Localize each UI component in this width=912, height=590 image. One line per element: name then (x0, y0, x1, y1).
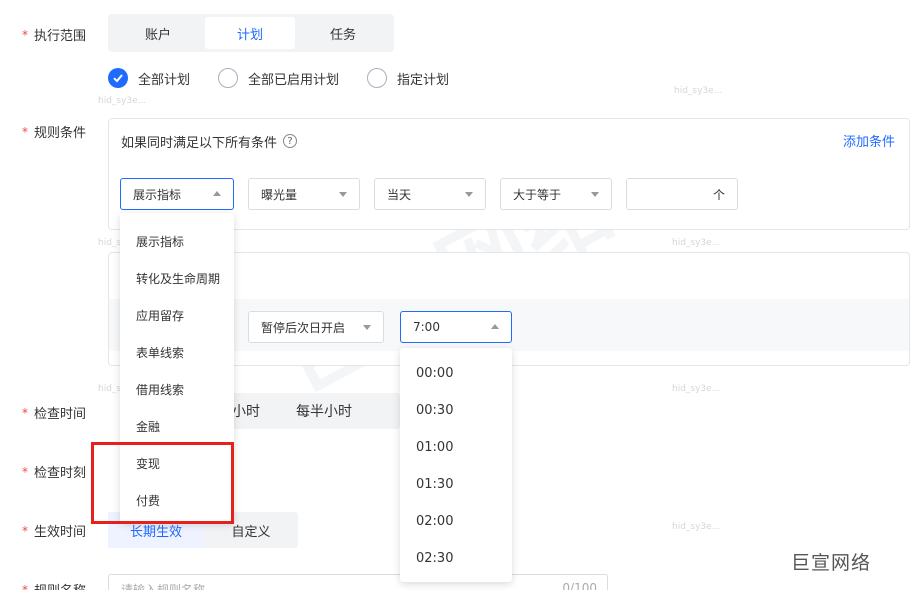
tab-plan[interactable]: 计划 (205, 17, 295, 49)
required-mark: * (22, 464, 28, 479)
action-mode-value: 暂停后次日开启 (261, 320, 346, 335)
required-mark: * (22, 582, 28, 590)
rule-name-label: * 规则名称 (22, 580, 86, 590)
watermark-text: hid_sy3e... (672, 384, 721, 394)
required-mark: * (22, 523, 28, 538)
caret-down-icon (363, 325, 371, 330)
check-time-label: * 检查时间 (22, 403, 87, 423)
time-option[interactable]: 00:30 (400, 403, 512, 418)
caret-up-icon (491, 324, 499, 329)
action-time-value: 7:00 (413, 320, 440, 334)
metric-option[interactable]: 应用留存 (120, 307, 234, 324)
rule-label-text: 规则条件 (34, 126, 87, 141)
time-option[interactable]: 00:00 (400, 366, 512, 381)
time-dropdown-menu: 00:00 00:30 01:00 01:30 02:00 02:30 (400, 348, 512, 582)
tab-account[interactable]: 账户 (111, 17, 205, 49)
field-select[interactable]: 曝光量 (248, 178, 360, 210)
plan-radio-group: 全部计划 全部已启用计划 指定计划 (108, 68, 477, 88)
time-option[interactable]: 02:00 (400, 514, 512, 529)
required-mark: * (22, 405, 28, 420)
char-counter: 0/100 (562, 581, 597, 590)
radio-specified-plan[interactable]: 指定计划 (367, 68, 449, 88)
highlight-box (91, 442, 234, 524)
metric-select-value: 展示指标 (133, 187, 182, 202)
watermark-text: hid_sy3e... (672, 522, 721, 532)
help-icon[interactable]: ? (283, 134, 298, 148)
operator-select-value: 大于等于 (513, 187, 562, 202)
value-input[interactable]: 个 (626, 178, 738, 210)
rule-name-input[interactable]: 请输入规则名称 0/100 (108, 574, 608, 590)
rule-header: 如果同时满足以下所有条件 ? (109, 119, 909, 163)
brand-watermark: 巨宣网络 (791, 552, 872, 574)
rule-name-label-text: 规则名称 (34, 580, 86, 590)
add-condition-link[interactable]: 添加条件 (843, 131, 895, 150)
required-mark: * (22, 27, 28, 42)
period-select-value: 当天 (387, 187, 412, 202)
metric-select[interactable]: 展示指标 (120, 178, 234, 210)
metric-option[interactable]: 转化及生命周期 (120, 270, 234, 287)
radio-all-plans[interactable]: 全部计划 (108, 68, 190, 88)
check-time-label-text: 检查时间 (34, 407, 87, 422)
check-freq-label: * 检查时刻 (22, 462, 87, 482)
period-select[interactable]: 当天 (374, 178, 486, 210)
effective-label-text: 生效时间 (34, 525, 87, 540)
time-option[interactable]: 02:30 (400, 551, 512, 566)
metric-option[interactable]: 金融 (120, 418, 234, 435)
rule-name-placeholder: 请输入规则名称 (121, 583, 206, 590)
metric-option[interactable]: 展示指标 (120, 233, 234, 250)
action-time-select[interactable]: 7:00 (400, 311, 512, 343)
rule-header-text: 如果同时满足以下所有条件 (121, 135, 278, 151)
field-select-value: 曝光量 (261, 187, 298, 202)
time-option[interactable]: 01:00 (400, 440, 512, 455)
radio-label: 指定计划 (397, 72, 450, 88)
scope-label-text: 执行范围 (34, 29, 87, 44)
checked-radio-icon (108, 68, 128, 88)
radio-label: 全部已启用计划 (248, 72, 340, 88)
metric-option[interactable]: 借用线索 (120, 381, 234, 398)
caret-down-icon (339, 192, 347, 197)
metric-option[interactable]: 表单线索 (120, 344, 234, 361)
watermark-text: hid_sy3e... (674, 86, 723, 96)
check-time-segmented: 每小时 每半小时 (206, 393, 400, 429)
radio-label: 全部计划 (138, 72, 191, 88)
action-mode-select[interactable]: 暂停后次日开启 (248, 311, 384, 343)
time-option[interactable]: 01:30 (400, 477, 512, 492)
scope-label: * 执行范围 (22, 25, 87, 45)
tab-task[interactable]: 任务 (295, 17, 391, 49)
rule-label: * 规则条件 (22, 122, 87, 142)
caret-down-icon (591, 192, 599, 197)
watermark-text: hid_sy3e... (672, 238, 721, 248)
required-mark: * (22, 124, 28, 139)
scope-segmented-control: 账户 计划 任务 (108, 14, 394, 52)
effective-label: * 生效时间 (22, 521, 87, 541)
radio-all-enabled-plans[interactable]: 全部已启用计划 (218, 68, 339, 88)
option-half-hourly[interactable]: 每半小时 (296, 401, 352, 421)
watermark-text: hid_sy3e... (98, 96, 147, 106)
radio-icon (218, 68, 239, 88)
caret-up-icon (213, 191, 221, 196)
check-freq-label-text: 检查时刻 (34, 466, 87, 481)
caret-down-icon (465, 192, 473, 197)
radio-icon (367, 68, 388, 88)
operator-select[interactable]: 大于等于 (500, 178, 612, 210)
unit-label: 个 (712, 188, 725, 202)
